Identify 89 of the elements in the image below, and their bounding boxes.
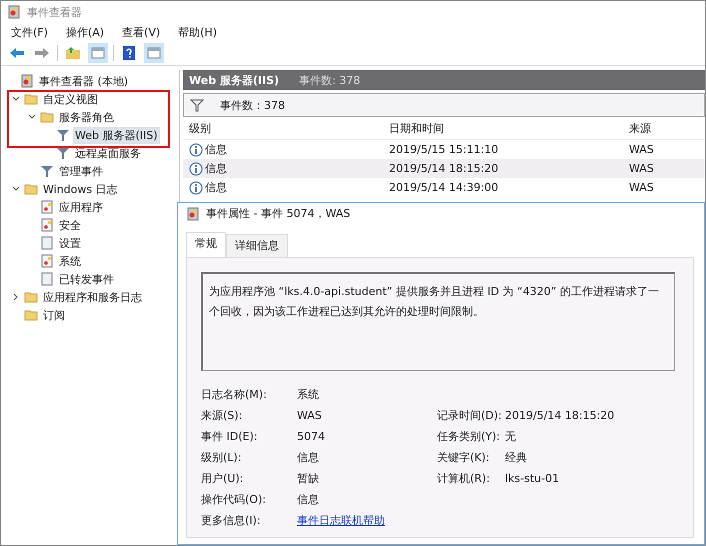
- tree-item[interactable]: 设置: [57, 234, 83, 252]
- field-label: 操作代码(O):: [201, 492, 267, 508]
- field-label: 关键字(K):: [437, 450, 491, 466]
- field-label: 更多信息(I):: [201, 513, 262, 529]
- expander-icon[interactable]: [28, 113, 36, 121]
- field-label: 计算机(R):: [437, 471, 491, 487]
- table-row[interactable]: 信息 2019/5/14 18:15:20 WAS: [183, 159, 705, 178]
- pane-title: Web 服务器(IIS): [189, 72, 280, 88]
- table-row[interactable]: 信息 2019/5/14 14:39:00 WAS: [183, 178, 705, 197]
- tree-item[interactable]: 事件查看器 (本地): [37, 72, 130, 90]
- folder-icon: [40, 110, 54, 124]
- column-header[interactable]: 来源: [629, 120, 689, 136]
- tree-item[interactable]: 服务器角色: [57, 108, 116, 126]
- log-icon: [40, 218, 54, 232]
- tree-item[interactable]: 订阅: [41, 306, 67, 324]
- table-row[interactable]: 信息 2019/5/15 15:11:10 WAS: [183, 140, 705, 159]
- tab[interactable]: 详细信息: [226, 234, 288, 257]
- tree-item[interactable]: Web 服务器(IIS): [73, 126, 160, 144]
- tree-item[interactable]: 远程桌面服务: [73, 144, 143, 162]
- filter-icon: [190, 98, 204, 112]
- field-value: 信息: [297, 450, 320, 466]
- tree-item[interactable]: 系统: [57, 252, 83, 270]
- folder-icon: [24, 182, 38, 196]
- window-icon[interactable]: [144, 43, 164, 63]
- description-box: 为应用程序池 “lks.4.0-api.student” 提供服务并且进程 ID 为 “4320” 的工作进程请求了一个回收，因为该工作进程已达到其允许的处理时间限制。: [201, 272, 675, 371]
- table-cell: 信息: [205, 142, 227, 157]
- field-label: 用户(U):: [201, 471, 244, 487]
- filter-icon: [56, 128, 70, 142]
- menu-item[interactable]: 查看(V): [122, 24, 160, 40]
- folder-icon: [24, 290, 38, 304]
- table-cell: 信息: [205, 161, 227, 176]
- field-value: 无: [505, 429, 517, 445]
- table-cell-text: WAS: [629, 143, 655, 156]
- table-cell: 信息: [205, 180, 227, 195]
- tree-item[interactable]: Windows 日志: [41, 180, 120, 198]
- field-label: 来源(S):: [201, 408, 244, 424]
- column-header[interactable]: 日期和时间: [389, 120, 629, 136]
- info-icon: [189, 180, 203, 194]
- log-icon: [40, 200, 54, 214]
- filter-icon: [40, 164, 54, 178]
- table-cell-text: 2019/5/14 14:39:00: [389, 181, 500, 194]
- dialog-title: 事件属性 - 事件 5074，WAS: [206, 206, 350, 221]
- field-label: 事件 ID(E):: [201, 429, 258, 445]
- help-link[interactable]: 事件日志联机帮助: [297, 514, 385, 527]
- folder-icon: [24, 92, 38, 106]
- menu-item[interactable]: 文件(F): [11, 24, 48, 40]
- tree-item[interactable]: 已转发事件: [57, 270, 116, 288]
- tree-item[interactable]: 安全: [57, 216, 83, 234]
- window-title: 事件查看器: [27, 4, 82, 20]
- field-label: 任务类别(Y):: [437, 429, 502, 445]
- field-value: 暂缺: [297, 471, 320, 487]
- table-cell-text: WAS: [629, 181, 655, 194]
- field-value: 系统: [297, 387, 320, 403]
- app-icon: [20, 74, 34, 88]
- table-cell-text: WAS: [629, 162, 655, 175]
- expander-icon[interactable]: [12, 185, 20, 193]
- tree-item[interactable]: 自定义视图: [41, 90, 100, 108]
- tree-item[interactable]: 管理事件: [57, 162, 105, 180]
- table-cell-text: 2019/5/15 15:11:10: [389, 143, 500, 156]
- field-value: lks-stu-01: [505, 471, 560, 487]
- menu-item[interactable]: 帮助(H): [178, 24, 217, 40]
- tree-item[interactable]: 应用程序: [57, 198, 105, 216]
- expander-icon[interactable]: [12, 293, 20, 301]
- folder-icon: [24, 308, 38, 322]
- info-icon: [189, 162, 203, 176]
- app-icon: [186, 206, 200, 220]
- field-label: 级别(L):: [201, 450, 242, 466]
- filter-count: 事件数：378: [220, 98, 285, 112]
- menu-item[interactable]: 操作(A): [66, 24, 104, 40]
- tab[interactable]: 常规: [186, 232, 226, 257]
- log-icon: [40, 236, 54, 250]
- tree-item[interactable]: 应用程序和服务日志: [41, 288, 144, 306]
- field-label: 记录时间(D):: [437, 408, 503, 424]
- app-icon: [7, 5, 21, 19]
- field-value: 2019/5/14 18:15:20: [505, 408, 616, 424]
- field-value: 经典: [505, 450, 528, 466]
- log-icon: [40, 254, 54, 268]
- filter-icon: [56, 146, 70, 160]
- field-value: WAS: [297, 408, 323, 424]
- column-header[interactable]: 级别: [183, 120, 389, 136]
- field-value: 5074: [297, 429, 326, 445]
- table-cell-text: 2019/5/14 18:15:20: [389, 162, 500, 175]
- log-icon: [40, 272, 54, 286]
- event-count: 事件数: 378: [299, 72, 360, 88]
- expander-icon[interactable]: [12, 95, 20, 103]
- window-icon[interactable]: [88, 43, 108, 63]
- field-value: 信息: [297, 492, 320, 508]
- field-label: 日志名称(M):: [201, 387, 268, 403]
- info-icon: [189, 142, 203, 156]
